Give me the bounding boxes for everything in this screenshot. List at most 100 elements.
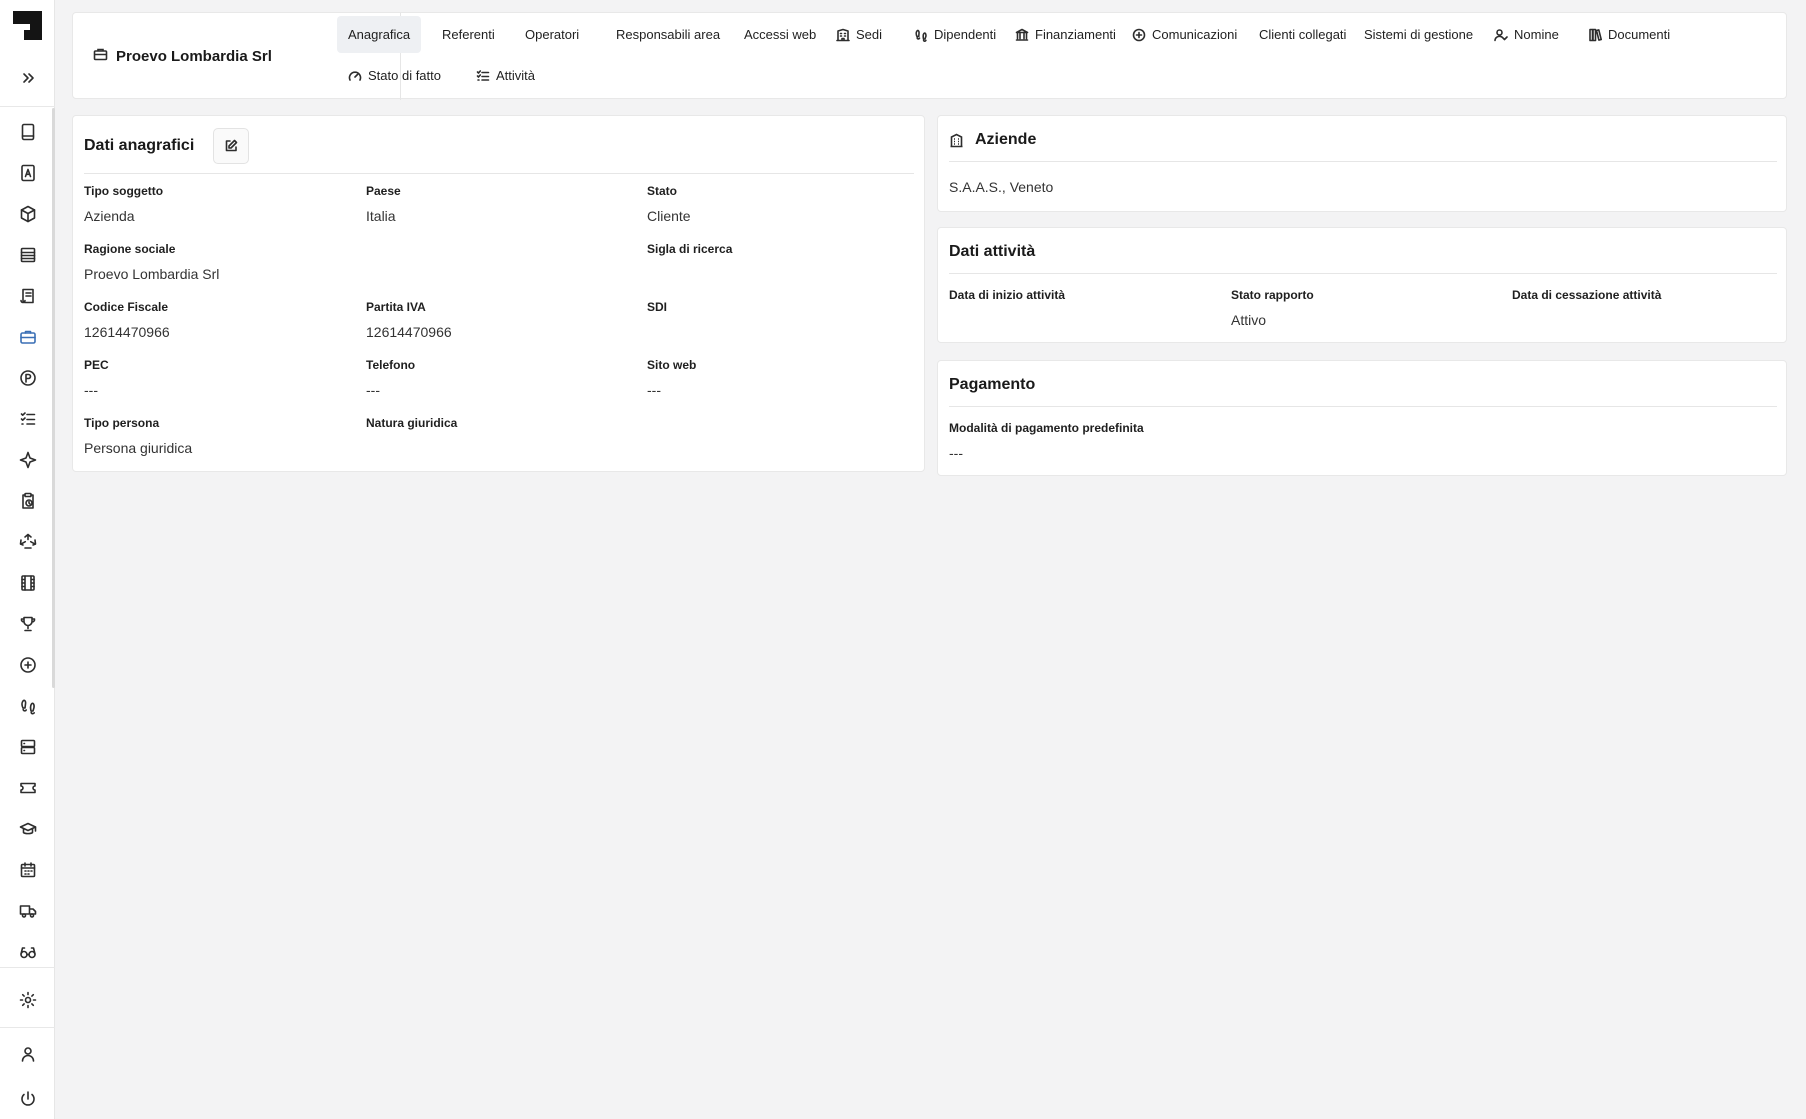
calendar-icon[interactable] xyxy=(16,858,40,882)
sito-web-value: --- xyxy=(647,382,661,398)
tab-sistemi-di-gestione[interactable]: Sistemi di gestione xyxy=(1353,16,1484,53)
gauge-icon xyxy=(348,70,362,81)
stato-rapporto-value: Attivo xyxy=(1231,312,1267,328)
footsteps-icon[interactable] xyxy=(16,694,40,718)
glasses-icon[interactable] xyxy=(16,940,40,964)
pec-value: --- xyxy=(84,382,98,398)
server-icon[interactable] xyxy=(16,735,40,759)
tab-label: Finanziamenti xyxy=(1035,27,1116,42)
company-name: Proevo Lombardia Srl xyxy=(116,48,272,65)
tab-operatori[interactable]: Operatori xyxy=(514,16,590,53)
tab-documenti[interactable]: Documenti xyxy=(1577,16,1681,53)
expand-sidebar-icon[interactable] xyxy=(16,66,40,90)
entity-header: Proevo Lombardia Srl Anagrafica Referent… xyxy=(72,12,1787,100)
pagamento-card: Pagamento Modalità di pagamento predefin… xyxy=(937,360,1787,476)
tab-label: Comunicazioni xyxy=(1152,27,1238,42)
tab-label: Stato di fatto xyxy=(368,68,441,83)
id-card-icon[interactable] xyxy=(16,161,40,185)
tab-responsabili-area[interactable]: Responsabili area xyxy=(605,16,731,53)
tab-label: Clienti collegati xyxy=(1259,27,1347,42)
card-divider xyxy=(949,406,1777,407)
modalita-pagamento-value: --- xyxy=(949,445,963,461)
dati-anagrafici-card: Dati anagrafici Tipo soggetto Azienda Pa… xyxy=(72,115,925,472)
field-label: Stato xyxy=(647,184,677,198)
field-label: SDI xyxy=(647,300,668,314)
telefono-value: --- xyxy=(366,382,380,398)
sparkle-icon[interactable] xyxy=(16,448,40,472)
tab-label: Attività xyxy=(496,68,536,83)
card-title: Dati attività xyxy=(949,243,1036,260)
building-icon xyxy=(836,28,850,41)
aziende-card: Aziende S.A.A.S., Veneto xyxy=(937,115,1787,212)
tab-stato-di-fatto[interactable]: Stato di fatto xyxy=(337,57,452,94)
list-check-icon[interactable] xyxy=(16,407,40,431)
field-label: Codice Fiscale xyxy=(84,300,169,314)
paese-value: Italia xyxy=(366,208,396,224)
codice-fiscale-value: 12614470966 xyxy=(84,324,170,340)
stato-value: Cliente xyxy=(647,208,691,224)
tab-comunicazioni[interactable]: Comunicazioni xyxy=(1121,16,1248,53)
receipt-icon[interactable] xyxy=(16,284,40,308)
tab-label: Nomine xyxy=(1514,27,1559,42)
card-divider xyxy=(949,273,1777,274)
tab-label: Anagrafica xyxy=(348,27,411,42)
tab-attivita[interactable]: Attività xyxy=(465,57,546,94)
tab-label: Dipendenti xyxy=(934,27,997,42)
card-divider xyxy=(949,161,1777,162)
recycle-icon[interactable] xyxy=(16,530,40,554)
dati-attivita-card: Dati attività Data di inizio attività St… xyxy=(937,227,1787,343)
sidebar xyxy=(0,0,55,1119)
film-icon[interactable] xyxy=(16,571,40,595)
plus-circle-icon xyxy=(1132,28,1146,41)
field-label: Modalità di pagamento predefinita xyxy=(949,421,1144,435)
tab-nomine[interactable]: Nomine xyxy=(1483,16,1570,53)
books-icon xyxy=(1589,28,1602,41)
cube-icon[interactable] xyxy=(16,202,40,226)
edit-icon xyxy=(225,139,238,152)
field-label: Data di inizio attività xyxy=(949,288,1066,302)
field-label: Tipo soggetto xyxy=(84,184,164,198)
footsteps-icon xyxy=(915,29,927,42)
field-label: Paese xyxy=(366,184,401,198)
user-icon[interactable] xyxy=(16,1042,40,1066)
field-label: Stato rapporto xyxy=(1231,288,1314,302)
app-logo[interactable] xyxy=(13,11,42,40)
parking-icon[interactable] xyxy=(16,366,40,390)
tablet-icon[interactable] xyxy=(16,120,40,144)
tab-label: Sistemi di gestione xyxy=(1364,27,1474,42)
clipboard-clock-icon[interactable] xyxy=(16,489,40,513)
ticket-icon[interactable] xyxy=(16,776,40,800)
gear-icon[interactable] xyxy=(16,988,40,1012)
tab-label: Responsabili area xyxy=(616,27,721,42)
building-icon xyxy=(949,133,964,153)
power-icon[interactable] xyxy=(16,1087,40,1111)
tab-referenti[interactable]: Referenti xyxy=(431,16,506,53)
list-check-icon xyxy=(476,69,490,81)
edit-button[interactable] xyxy=(213,128,249,164)
tab-finanziamenti[interactable]: Finanziamenti xyxy=(1004,16,1127,53)
sidebar-divider xyxy=(0,967,55,968)
tab-dipendenti[interactable]: Dipendenti xyxy=(903,16,1007,53)
card-title: Dati anagrafici xyxy=(84,137,195,154)
tab-clienti-collegati[interactable]: Clienti collegati xyxy=(1248,16,1357,53)
trophy-icon[interactable] xyxy=(16,612,40,636)
ragione-sociale-value: Proevo Lombardia Srl xyxy=(84,266,220,282)
field-label: PEC xyxy=(84,358,109,372)
field-label: Partita IVA xyxy=(366,300,426,314)
plus-circle-icon[interactable] xyxy=(16,653,40,677)
card-title: Pagamento xyxy=(949,376,1036,393)
sidebar-scrollbar[interactable] xyxy=(52,108,55,688)
tipo-soggetto-value: Azienda xyxy=(84,208,135,224)
tab-anagrafica[interactable]: Anagrafica xyxy=(337,16,422,53)
field-label: Data di cessazione attività xyxy=(1512,288,1662,302)
graduation-cap-icon[interactable] xyxy=(16,817,40,841)
tab-accessi-web[interactable]: Accessi web xyxy=(733,16,827,53)
sidebar-divider xyxy=(0,1027,55,1028)
tab-sedi[interactable]: Sedi xyxy=(825,16,893,53)
field-label: Sito web xyxy=(647,358,697,372)
truck-icon[interactable] xyxy=(16,899,40,923)
briefcase-icon[interactable] xyxy=(16,325,40,349)
field-label: Natura giuridica xyxy=(366,416,458,430)
table-icon[interactable] xyxy=(16,243,40,267)
aziende-value: S.A.A.S., Veneto xyxy=(949,179,1054,195)
